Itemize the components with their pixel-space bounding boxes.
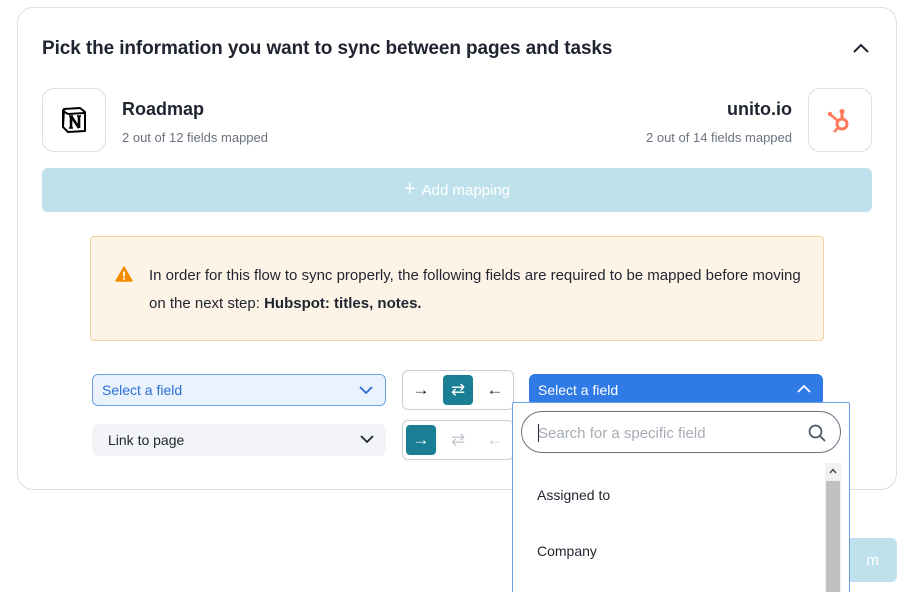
chevron-up-icon[interactable] <box>852 41 870 55</box>
search-input[interactable] <box>538 423 798 443</box>
sync-two-way-button: ⇄ <box>450 430 466 449</box>
right-app-fields-mapped: 2 out of 14 fields mapped <box>646 130 792 145</box>
left-field-select-link-value: Link to page <box>108 432 185 448</box>
warning-banner: In order for this flow to sync properly,… <box>90 236 824 341</box>
left-app-fields-mapped: 2 out of 12 fields mapped <box>122 130 268 145</box>
hubspot-logo <box>808 88 872 152</box>
sync-direction-group: → ⇄ ← <box>402 370 514 410</box>
plus-icon: + <box>403 178 416 200</box>
scrollbar[interactable] <box>825 463 841 592</box>
sync-to-left-button[interactable]: ← <box>480 375 510 405</box>
chevron-up-icon <box>797 384 811 393</box>
notion-logo <box>42 88 106 152</box>
right-app-name: unito.io <box>727 99 792 119</box>
left-app-name: Roadmap <box>122 99 205 119</box>
warning-text: In order for this flow to sync properly,… <box>149 262 809 318</box>
warning-required-fields: Hubspot: titles, notes. <box>264 295 422 312</box>
left-field-select[interactable]: Select a field <box>92 374 386 406</box>
add-mapping-button[interactable]: + Add mapping <box>42 168 872 212</box>
sync-to-left-button: ← <box>486 430 504 449</box>
warning-message: In order for this flow to sync properly,… <box>149 267 801 312</box>
chevron-down-icon <box>360 435 374 444</box>
card-title: Pick the information you want to sync be… <box>42 38 613 59</box>
chevron-down-icon <box>359 386 373 395</box>
dropdown-option[interactable]: Company <box>537 543 597 559</box>
right-field-select-value: Select a field <box>538 382 619 398</box>
hubspot-logo-icon <box>827 109 849 133</box>
dropdown-option[interactable]: Assigned to <box>537 487 610 503</box>
sync-direction-group-2: → ⇄ ← <box>402 420 514 460</box>
scroll-up-arrow-icon[interactable] <box>825 463 841 479</box>
sync-to-right-button[interactable]: → <box>406 425 436 455</box>
confirm-button[interactable]: m <box>845 538 897 582</box>
left-field-select-link[interactable]: Link to page <box>92 424 386 456</box>
notion-logo-icon <box>62 107 86 133</box>
sync-to-right-button[interactable]: → <box>406 375 436 405</box>
field-dropdown: Assigned to Company <box>512 402 850 592</box>
search-icon <box>808 424 826 442</box>
search-box <box>521 411 841 453</box>
add-mapping-label: Add mapping <box>421 181 511 199</box>
text-cursor <box>538 424 539 442</box>
left-field-select-value: Select a field <box>102 382 183 398</box>
confirm-button-label: m <box>866 551 880 569</box>
sync-two-way-button[interactable]: ⇄ <box>443 375 473 405</box>
scrollbar-thumb[interactable] <box>826 481 840 592</box>
warning-icon <box>115 266 133 282</box>
